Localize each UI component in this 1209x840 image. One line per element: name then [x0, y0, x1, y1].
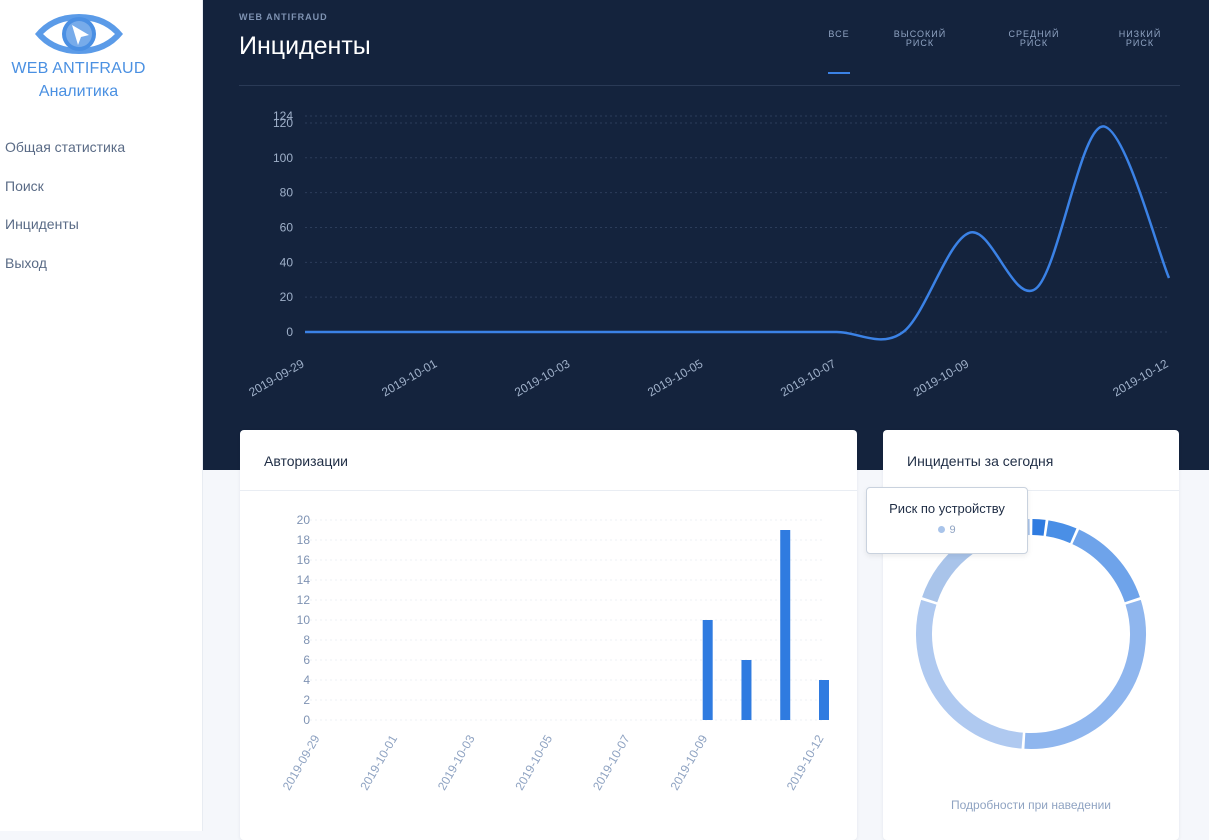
hover-hint: Подробности при наведении [951, 798, 1111, 812]
page-title: Инциденты [239, 32, 371, 60]
y-tick-label: 80 [280, 186, 294, 200]
x-tick-label: 2019-10-12 [784, 732, 827, 792]
donut-slice [1024, 599, 1146, 749]
y-tick-label: 18 [297, 533, 311, 547]
header-eyebrow: WEB ANTIFRAUD [239, 12, 328, 22]
incidents-header-panel: WEB ANTIFRAUD Инциденты ВСЕ ВЫСОКИЙ РИСК… [203, 0, 1209, 470]
logo[interactable]: WEB ANTIFRAUD Аналитика [0, 10, 157, 101]
tooltip-value: 9 [949, 524, 956, 536]
y-tick-label: 20 [280, 290, 294, 304]
donut-slice [916, 599, 1023, 749]
y-tick-label: 6 [303, 653, 310, 667]
today-card-title: Инциденты за сегодня [907, 453, 1054, 469]
active-tab-indicator [828, 72, 850, 74]
y-tick-label: 2 [303, 693, 310, 707]
x-tick-label: 2019-10-07 [778, 356, 838, 399]
x-tick-label: 2019-10-05 [645, 356, 705, 399]
y-tick-label: 124 [273, 109, 293, 123]
y-tick-label: 16 [297, 553, 311, 567]
tooltip-title: Риск по устройству [889, 501, 1005, 516]
sidebar-item-logout[interactable]: Выход [5, 255, 47, 271]
x-tick-label: 2019-09-29 [246, 356, 306, 399]
donut-slice [1032, 519, 1046, 536]
incidents-line-chart: 0204060801001201242019-09-29 2019-10-01 20… [246, 109, 1171, 399]
tab-medium-risk[interactable]: СРЕДНИЙ РИСК [997, 30, 1071, 48]
auth-bar-chart: 0 2 4 6 8 10 12 14 16 18 20 2019-09-29 2019-10-01 201… [280, 513, 829, 793]
chart-tooltip: Риск по устройству 9 [866, 487, 1028, 554]
tab-low-risk[interactable]: НИЗКИЙ РИСК [1103, 30, 1177, 48]
bar [819, 680, 829, 720]
bar [780, 530, 791, 720]
x-tick-label: 2019-09-29 [280, 732, 323, 792]
y-tick-label: 20 [297, 513, 311, 527]
y-tick-label: 100 [273, 151, 293, 165]
y-tick-label: 0 [303, 713, 310, 727]
x-tick-label: 2019-10-07 [590, 732, 633, 792]
bar [702, 620, 713, 720]
y-tick-label: 0 [286, 325, 293, 339]
x-tick-label: 2019-10-01 [379, 356, 439, 399]
y-tick-label: 14 [297, 573, 311, 587]
y-tick-label: 12 [297, 593, 311, 607]
y-tick-label: 40 [280, 255, 294, 269]
auth-card-divider [240, 490, 857, 491]
y-tick-label: 4 [303, 673, 310, 687]
x-tick-label: 2019-10-05 [512, 732, 555, 792]
header-divider [239, 85, 1180, 86]
brand-name: WEB ANTIFRAUD [11, 60, 146, 77]
x-tick-label: 2019-10-01 [357, 732, 400, 792]
donut-slice [1045, 520, 1077, 544]
donut-slice [1072, 529, 1140, 603]
bar [741, 660, 752, 720]
x-tick-label: 2019-10-09 [911, 356, 971, 399]
tab-high-risk[interactable]: ВЫСОКИЙ РИСК [883, 30, 957, 48]
y-tick-label: 10 [297, 613, 311, 627]
x-tick-label: 2019-10-09 [667, 732, 710, 792]
eye-logo-icon [34, 14, 123, 54]
sidebar-item-incidents[interactable]: Инциденты [5, 216, 79, 232]
sidebar-item-search[interactable]: Поиск [5, 178, 44, 194]
auth-card-title: Авторизации [264, 453, 348, 469]
tab-all[interactable]: ВСЕ [817, 30, 861, 39]
x-tick-label: 2019-10-12 [1110, 356, 1170, 399]
app-subtitle: Аналитика [38, 83, 119, 100]
line-series [305, 125, 1171, 341]
sidebar: WEB ANTIFRAUD Аналитика Общая статистика… [0, 0, 203, 831]
auth-card: Авторизации 0 2 4 6 8 10 12 14 16 18 20 2019-09-29 2… [240, 430, 857, 840]
x-tick-label: 2019-10-03 [435, 732, 478, 792]
y-tick-label: 8 [303, 633, 310, 647]
sidebar-item-stats[interactable]: Общая статистика [5, 139, 125, 155]
tooltip-legend-dot [938, 526, 946, 533]
y-tick-label: 60 [280, 220, 294, 234]
x-tick-label: 2019-10-03 [512, 356, 572, 399]
